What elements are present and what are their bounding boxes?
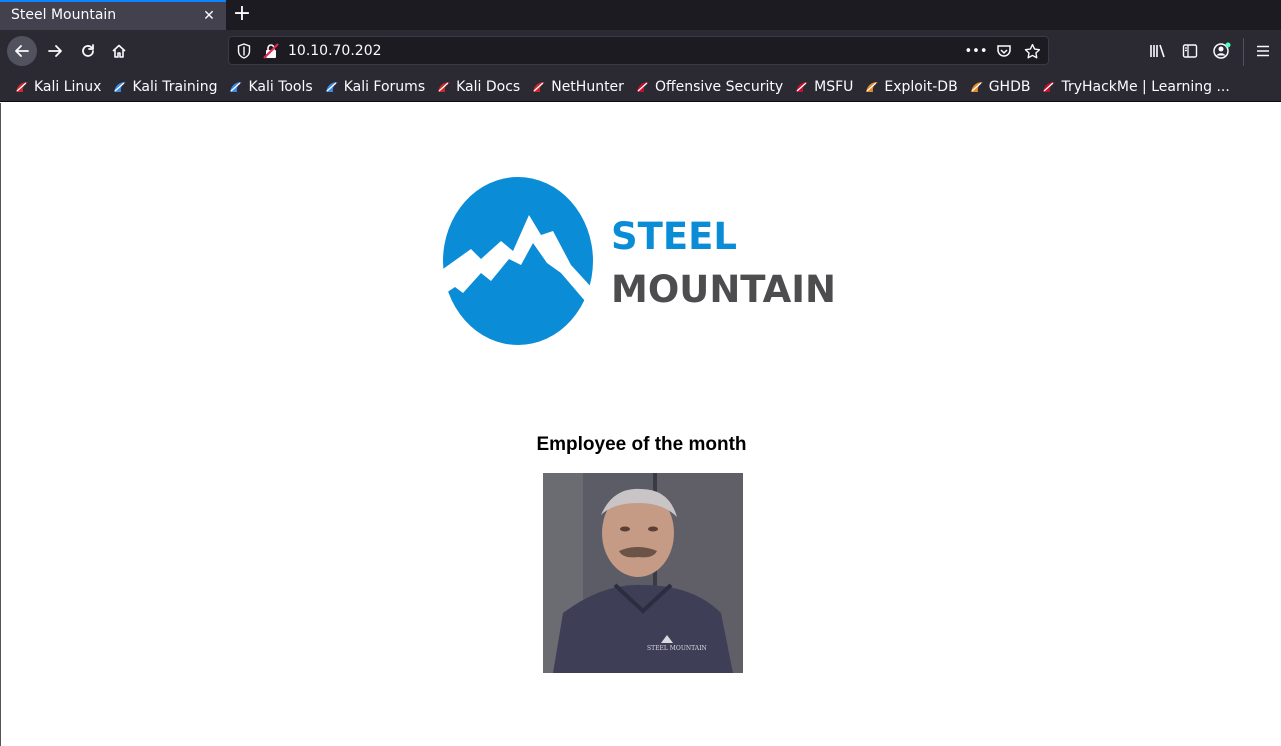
bookmark-label: Offensive Security: [654, 78, 784, 95]
pocket-icon[interactable]: [994, 41, 1014, 61]
bookmark-label: Kali Docs: [456, 78, 521, 95]
forward-button[interactable]: [40, 36, 70, 66]
reload-icon: [82, 44, 94, 57]
url-text: 10.10.70.202: [288, 43, 382, 59]
bookmark-item[interactable]: Kali Linux: [14, 79, 101, 95]
bookmark-item[interactable]: MSFU: [794, 79, 853, 95]
exploit-db-icon: [864, 79, 880, 95]
bookmark-label: Kali Linux: [34, 78, 102, 95]
home-icon: [112, 44, 126, 58]
tab-strip: Steel Mountain ✕ +: [0, 0, 1281, 30]
library-icon[interactable]: [1147, 40, 1169, 62]
new-tab-icon[interactable]: +: [230, 3, 254, 27]
bookmarks-toolbar: Kali Linux Kali Training Kali Tools Kali Fo…: [0, 72, 1281, 102]
bookmark-label: Kali Forums: [343, 78, 426, 95]
bookmark-item[interactable]: Offensive Security: [635, 79, 783, 95]
logo-line2: MOUNTAIN: [611, 268, 836, 311]
msfu-icon: [794, 79, 810, 95]
toolbar-separator: [1243, 38, 1244, 66]
navigation-toolbar: 10.10.70.202 •••: [0, 30, 1281, 72]
bookmark-label: TryHackMe | Learning ...: [1061, 78, 1230, 95]
back-button[interactable]: [7, 36, 37, 66]
menu-icon[interactable]: [1252, 40, 1274, 62]
bookmark-item[interactable]: GHDB: [969, 78, 1031, 95]
bookmark-item[interactable]: Exploit-DB: [864, 78, 958, 95]
bookmark-star-icon[interactable]: [1022, 41, 1042, 61]
bookmark-label: MSFU: [814, 78, 854, 95]
employee-photo: STEEL MOUNTAIN: [543, 473, 743, 673]
nethunter-icon: [531, 79, 547, 95]
tab-title: Steel Mountain: [11, 7, 117, 23]
page-heading: Employee of the month: [536, 434, 747, 455]
page-content: STEEL MOUNTAIN Employee of the month STE…: [0, 103, 1281, 746]
bookmark-label: GHDB: [988, 78, 1031, 95]
insecure-lock-icon[interactable]: [263, 43, 279, 63]
kali-training-icon: [112, 79, 128, 95]
url-bar[interactable]: 10.10.70.202 •••: [228, 36, 1049, 65]
account-icon[interactable]: [1211, 40, 1233, 62]
logo-line1: STEEL: [611, 215, 737, 258]
arrow-right-icon: [48, 45, 62, 57]
kali-forums-icon: [324, 79, 340, 95]
tryhackme-icon: [1041, 79, 1057, 95]
bookmark-label: Kali Tools: [248, 78, 313, 95]
close-icon[interactable]: ✕: [199, 6, 219, 26]
bookmark-item[interactable]: TryHackMe | Learning ...: [1041, 78, 1230, 95]
home-button[interactable]: [104, 36, 134, 66]
bookmark-item[interactable]: Kali Tools: [228, 78, 313, 95]
tracking-shield-icon[interactable]: [237, 43, 251, 63]
bookmark-label: NetHunter: [551, 78, 624, 95]
active-tab[interactable]: Steel Mountain ✕: [0, 0, 226, 30]
offsec-icon: [635, 79, 651, 95]
steel-mountain-logo: STEEL MOUNTAIN: [441, 177, 841, 351]
kali-docs-icon: [436, 79, 452, 95]
bookmark-item[interactable]: Kali Docs: [436, 79, 520, 95]
bookmark-label: Exploit-DB: [884, 78, 958, 95]
bookmark-item[interactable]: NetHunter: [531, 79, 624, 95]
reload-button[interactable]: [73, 36, 103, 66]
ghdb-icon: [969, 79, 985, 95]
arrow-left-icon: [15, 45, 29, 57]
svg-text:STEEL MOUNTAIN: STEEL MOUNTAIN: [647, 645, 707, 652]
kali-dragon-icon: [14, 79, 30, 95]
bookmark-label: Kali Training: [132, 78, 218, 95]
kali-tools-icon: [228, 79, 244, 95]
bookmark-item[interactable]: Kali Forums: [324, 79, 425, 95]
bookmark-item[interactable]: Kali Training: [112, 79, 217, 95]
more-actions-icon[interactable]: •••: [965, 41, 988, 61]
sidebar-icon[interactable]: [1179, 40, 1201, 62]
